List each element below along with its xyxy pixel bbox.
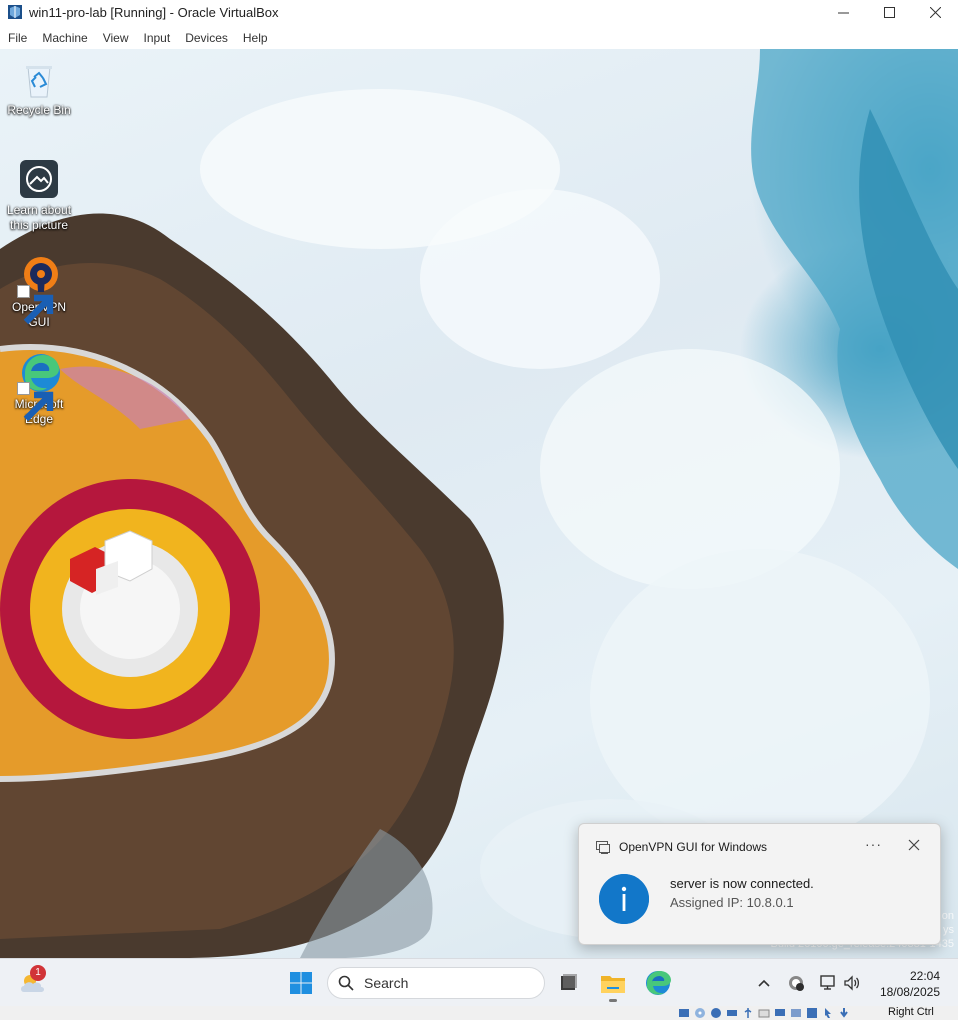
network-adapter-icon[interactable] [726, 1007, 740, 1019]
video-capture-icon[interactable] [790, 1007, 804, 1019]
watermark-line: ys [943, 924, 954, 936]
menu-view[interactable]: View [103, 31, 129, 45]
taskbar-clock[interactable]: 22:04 18/08/2025 [870, 968, 940, 1000]
menu-help[interactable]: Help [243, 31, 268, 45]
window-controls [820, 0, 958, 24]
volume-button[interactable] [842, 973, 862, 993]
desktop[interactable]: Recycle Bin Learn about this picture Ope… [0, 49, 958, 958]
network-button[interactable] [818, 973, 838, 993]
notification-message: server is now connected. [670, 876, 814, 891]
maximize-icon [883, 6, 895, 18]
close-icon [929, 6, 941, 18]
openvpn-app-icon [595, 839, 611, 855]
openvpn-icon [17, 254, 61, 325]
hard-disk-icon[interactable] [678, 1007, 692, 1019]
menu-file[interactable]: File [8, 31, 27, 45]
edge-taskbar-button[interactable] [643, 968, 673, 998]
window-title: win11-pro-lab [Running] - Oracle Virtual… [29, 4, 279, 20]
audio-icon[interactable] [710, 1007, 724, 1019]
clock-time: 22:04 [909, 969, 940, 983]
desktop-icon-edge[interactable]: Microsoft Edge [1, 351, 77, 427]
chevron-up-icon [758, 979, 770, 987]
desktop-icon-label: Learn about this picture [6, 203, 72, 232]
notification-more-button[interactable]: ··· [865, 836, 882, 852]
taskbar-search-box[interactable]: Search [327, 967, 545, 999]
watermark-line: on [941, 910, 954, 922]
close-button[interactable] [912, 0, 958, 24]
taskbar: 1 Search 22:04 18/08/2025 [0, 958, 958, 1006]
maximize-button[interactable] [866, 0, 912, 24]
show-hidden-icons-button[interactable] [754, 973, 774, 993]
display-icon[interactable] [774, 1007, 788, 1019]
shortcut-arrow-icon [17, 382, 54, 422]
search-placeholder: Search [364, 975, 409, 991]
minimize-icon [837, 12, 849, 13]
optical-drive-icon[interactable] [694, 1007, 708, 1019]
notification-close-button[interactable] [908, 839, 922, 853]
edge-icon [17, 351, 61, 422]
desktop-icon-label: Recycle Bin [7, 103, 71, 117]
wallpaper [0, 49, 958, 958]
shortcut-arrow-icon [17, 285, 54, 325]
vt-x-icon[interactable] [806, 1007, 820, 1019]
windows-logo-icon [290, 972, 312, 994]
weather-badge: 1 [30, 965, 46, 981]
learn-about-picture-icon [17, 157, 61, 201]
edge-icon [646, 971, 671, 995]
menu-machine[interactable]: Machine [42, 31, 87, 45]
search-icon [338, 975, 354, 991]
virtualbox-logo-icon [7, 4, 23, 20]
openvpn-tray-icon [789, 976, 804, 991]
network-icon [820, 975, 835, 990]
virtualbox-status-bar: Right Ctrl [0, 1006, 958, 1020]
close-icon [908, 839, 920, 851]
menu-input[interactable]: Input [144, 31, 171, 45]
mouse-integration-icon[interactable] [822, 1007, 836, 1019]
host-key-label: Right Ctrl [888, 1006, 934, 1018]
notification-detail: Assigned IP: 10.8.0.1 [670, 895, 794, 910]
window-titlebar: win11-pro-lab [Running] - Oracle Virtual… [0, 0, 958, 24]
openvpn-notification[interactable]: OpenVPN GUI for Windows ··· server is no… [578, 823, 941, 945]
start-button[interactable] [289, 971, 313, 995]
desktop-icon-recycle-bin[interactable]: Recycle Bin [1, 57, 77, 118]
volume-icon [844, 975, 860, 991]
file-explorer-active-indicator [609, 999, 617, 1002]
desktop-icon-openvpn[interactable]: OpenVPN GUI [1, 254, 77, 330]
notification-app-name: OpenVPN GUI for Windows [619, 840, 768, 854]
menu-devices[interactable]: Devices [185, 31, 228, 45]
recycle-bin-icon [17, 57, 61, 101]
status-device-icons [678, 1007, 854, 1019]
task-view-button[interactable] [553, 968, 583, 998]
openvpn-tray-button[interactable] [786, 973, 806, 993]
minimize-button[interactable] [820, 0, 866, 24]
file-explorer-button[interactable] [598, 968, 628, 998]
host-key-icon[interactable] [838, 1007, 852, 1019]
desktop-icon-learn-about-picture[interactable]: Learn about this picture [1, 157, 77, 233]
task-view-icon [561, 974, 577, 990]
menu-bar: File Machine View Input Devices Help [0, 27, 958, 49]
file-explorer-icon [601, 976, 625, 993]
usb-icon[interactable] [742, 1007, 756, 1019]
clock-date: 18/08/2025 [879, 985, 940, 999]
notification-header: OpenVPN GUI for Windows [595, 839, 767, 855]
info-icon [599, 874, 649, 924]
shared-folder-icon[interactable] [758, 1007, 772, 1019]
